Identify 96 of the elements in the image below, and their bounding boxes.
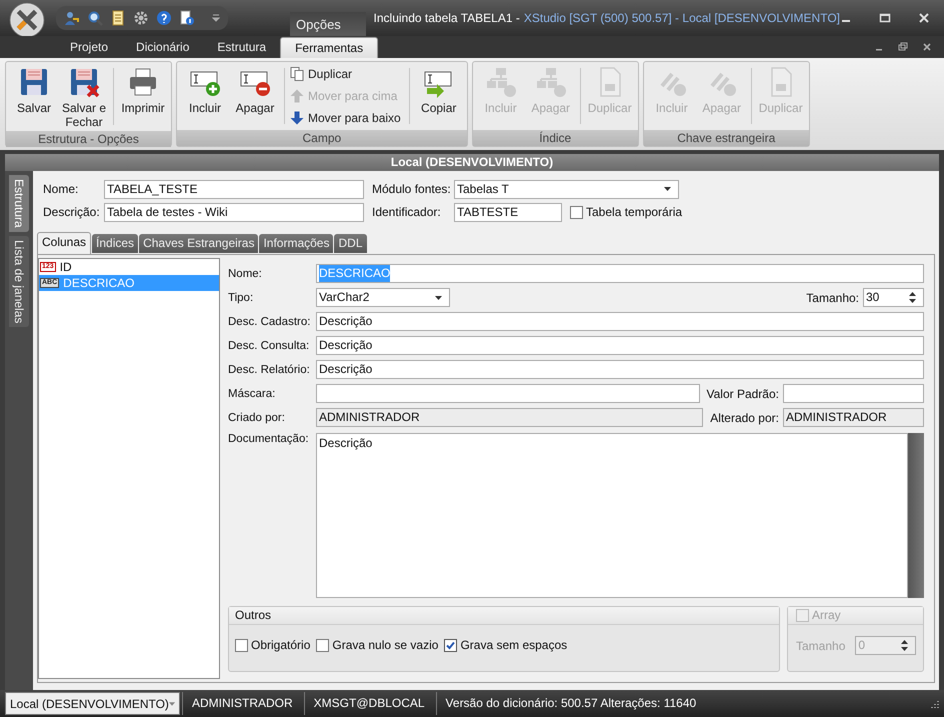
group-title: Outros bbox=[229, 607, 779, 625]
field-label: Tamanho: bbox=[806, 290, 859, 304]
field-label: Tipo: bbox=[228, 292, 254, 304]
checkbox-label: Tabela temporária bbox=[586, 205, 682, 219]
field-label: Criado por: bbox=[228, 412, 286, 424]
window-title: XStudio [SGT (500) 500.57] - Local [DESENVOLVIMENTO] bbox=[524, 11, 840, 25]
group-title: Índice bbox=[472, 130, 638, 146]
arrow-down-icon bbox=[289, 110, 305, 126]
ribbon-button[interactable]: Copiar bbox=[414, 64, 464, 128]
field-label: Descrição: bbox=[42, 205, 101, 219]
checkbox[interactable] bbox=[444, 638, 458, 652]
ribbon-tab[interactable]: Estrutura bbox=[203, 37, 280, 57]
input-field[interactable]: Descrição bbox=[316, 336, 924, 355]
input-field[interactable] bbox=[316, 384, 700, 403]
field-label: Nome: bbox=[42, 182, 80, 196]
checkbox-label: Grava sem espaços bbox=[460, 638, 568, 652]
tree-plus-icon bbox=[484, 66, 517, 98]
ribbon-button[interactable]: Duplicar bbox=[289, 64, 405, 84]
ribbon-button[interactable]: Incluir bbox=[180, 64, 230, 128]
spinner-arrows-icon bbox=[909, 292, 916, 303]
field-label: Documentação: bbox=[228, 433, 310, 445]
ribbon-tab[interactable]: Dicionário bbox=[122, 37, 204, 57]
input-field[interactable]: Descrição bbox=[316, 360, 924, 379]
text-area[interactable]: Descrição bbox=[316, 433, 908, 598]
help-icon[interactable] bbox=[156, 10, 172, 26]
caret-icon bbox=[435, 296, 442, 300]
ribbon-button[interactable]: Salvar e Fechar bbox=[59, 64, 109, 129]
dropdown[interactable]: VarChar2 bbox=[316, 288, 450, 307]
field-label: Desc. Consulta: bbox=[228, 340, 310, 352]
tree-minus-icon bbox=[534, 66, 567, 98]
app-menu-button[interactable] bbox=[8, 1, 46, 39]
status-version: Versão do dicionário: 500.57 Alterações: 11640 bbox=[436, 692, 930, 715]
restore-icon[interactable] bbox=[898, 42, 908, 52]
ribbon-button[interactable]: Apagar bbox=[230, 64, 280, 128]
ribbon-button[interactable]: Imprimir bbox=[118, 64, 168, 129]
documents-icon bbox=[289, 66, 305, 82]
caret-icon bbox=[664, 187, 671, 191]
close-icon[interactable] bbox=[922, 42, 932, 52]
dropdown[interactable]: Tabelas T bbox=[454, 180, 679, 198]
user-key-icon[interactable] bbox=[64, 10, 80, 26]
checkbox[interactable] bbox=[570, 206, 583, 218]
document-header: Local (DESENVOLVIMENTO) bbox=[5, 154, 939, 171]
group-title: Campo bbox=[177, 130, 467, 146]
ribbon-tab[interactable]: Ferramentas bbox=[280, 37, 378, 58]
side-tab[interactable]: Estrutura bbox=[9, 175, 29, 232]
floppy-disk-x-icon bbox=[68, 66, 100, 98]
tab[interactable]: Chaves Estrangeiras bbox=[139, 234, 258, 253]
printer-icon bbox=[127, 66, 159, 98]
field-label: Alterado por: bbox=[710, 410, 779, 424]
field-label: Desc. Relatório: bbox=[228, 364, 311, 376]
input-field[interactable]: TABELA_TESTE bbox=[104, 180, 364, 198]
caret-icon bbox=[168, 702, 175, 706]
input-field[interactable]: Descrição bbox=[316, 312, 924, 331]
field-label: Nome: bbox=[228, 268, 263, 280]
tab[interactable]: Informações bbox=[259, 234, 334, 253]
maximize-icon[interactable] bbox=[879, 12, 891, 24]
resize-grip-icon[interactable] bbox=[930, 698, 940, 708]
customize-caret-icon[interactable] bbox=[212, 13, 220, 23]
checkbox[interactable] bbox=[316, 638, 330, 652]
checkbox-label: Obrigatório bbox=[251, 638, 310, 652]
input-field[interactable]: ADMINISTRADOR bbox=[316, 408, 704, 427]
scrollbar[interactable] bbox=[908, 433, 924, 598]
status-user: ADMINISTRADOR bbox=[182, 692, 302, 715]
group-title: Estrutura - Opções bbox=[6, 131, 171, 147]
tab[interactable]: Colunas bbox=[37, 232, 92, 254]
ribbon-button[interactable]: Salvar bbox=[9, 64, 59, 129]
checkbox[interactable] bbox=[235, 638, 248, 652]
field-label: Valor Padrão: bbox=[706, 386, 779, 400]
input-field[interactable] bbox=[783, 384, 924, 403]
field-label: Tamanho bbox=[796, 638, 846, 652]
settings-icon[interactable] bbox=[133, 10, 149, 26]
tab[interactable]: DDL bbox=[334, 234, 366, 253]
document-info-icon[interactable] bbox=[179, 10, 195, 26]
field-label: Desc. Cadastro: bbox=[228, 316, 312, 328]
field-label: Máscara: bbox=[228, 388, 276, 400]
arrow-up-icon bbox=[289, 88, 305, 104]
connection-dropdown[interactable]: Local (DESENVOLVIMENTO) bbox=[5, 692, 180, 715]
spinner-arrows-icon bbox=[901, 640, 908, 651]
input-field[interactable]: ADMINISTRADOR bbox=[783, 408, 924, 427]
ribbon-button[interactable]: Mover para baixo bbox=[289, 108, 405, 128]
group-title: Chave estrangeira bbox=[644, 130, 809, 146]
spinner-field[interactable]: 30 bbox=[863, 288, 924, 307]
side-tab[interactable]: Lista de janelas bbox=[9, 236, 29, 328]
field-label: Módulo fontes: bbox=[372, 182, 452, 196]
input-field[interactable]: TABTESTE bbox=[454, 202, 562, 222]
ribbon-tab[interactable]: Projeto bbox=[56, 37, 122, 57]
contextual-tab[interactable]: Opções bbox=[290, 12, 366, 36]
status-database: XMSGT@DBLOCAL bbox=[304, 692, 434, 715]
window-title: Incluindo tabela TABELA1 - bbox=[374, 11, 520, 25]
checkbox-label: Grava nulo se vazio bbox=[332, 638, 438, 652]
checkbox-label: Array bbox=[812, 607, 841, 624]
document-icon[interactable] bbox=[110, 10, 126, 26]
field-label: Identificador: bbox=[372, 205, 442, 219]
search-icon[interactable] bbox=[87, 10, 103, 26]
tab[interactable]: Índices bbox=[92, 234, 138, 253]
input-field[interactable]: Tabela de testes - Wiki bbox=[104, 202, 364, 222]
